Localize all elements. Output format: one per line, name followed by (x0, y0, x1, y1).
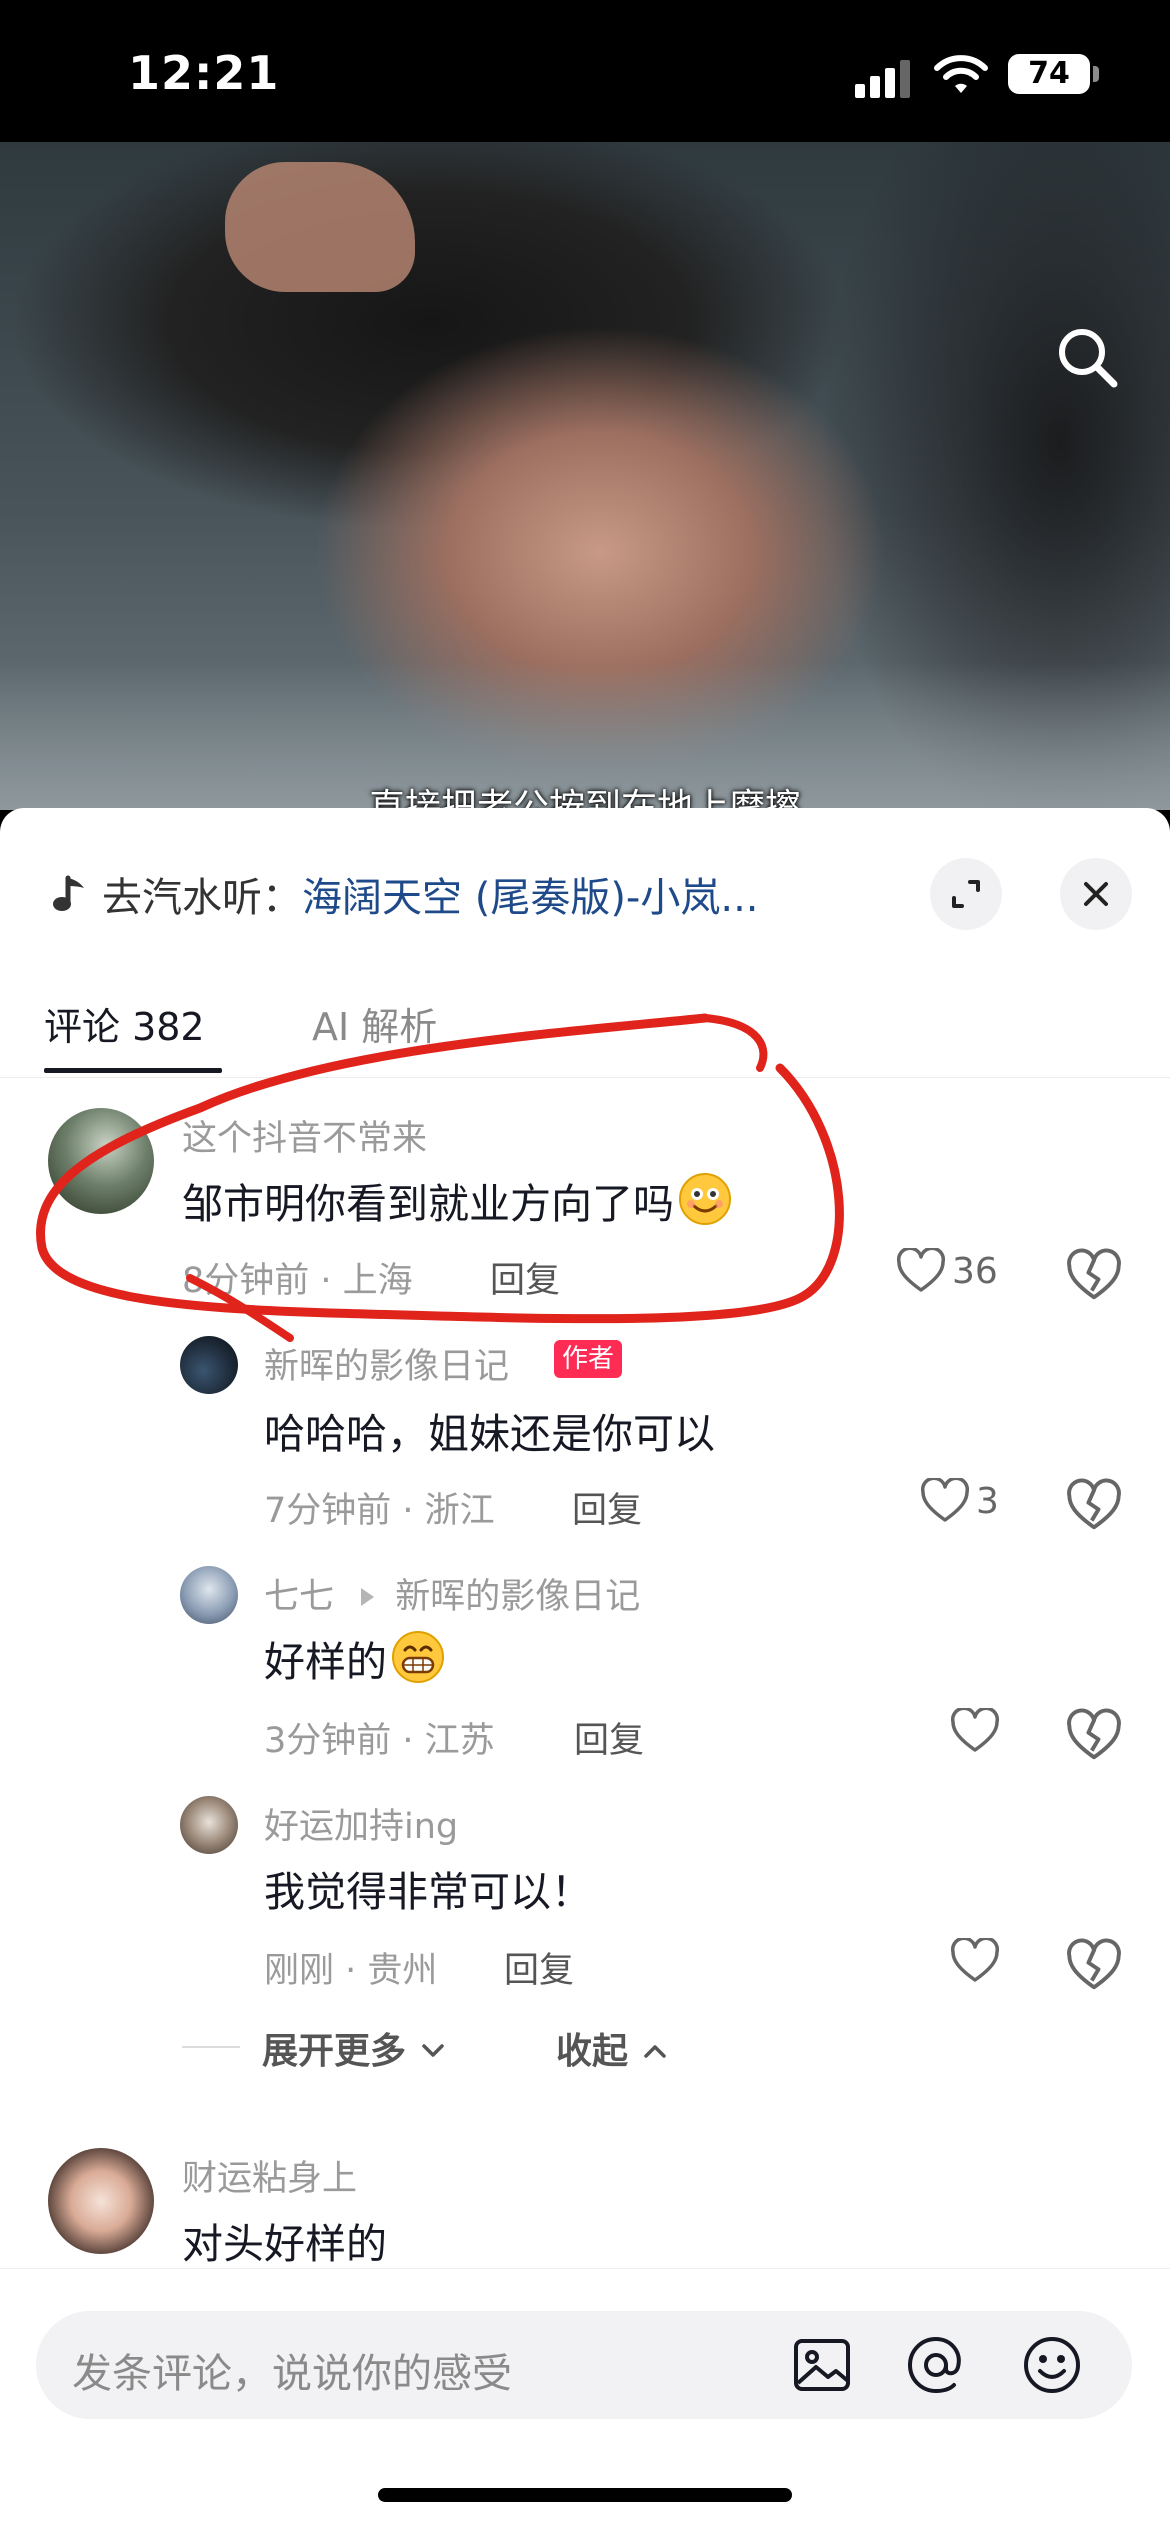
avatar[interactable] (48, 2148, 154, 2254)
comment-username[interactable]: 这个抖音不常来 (182, 1110, 427, 1161)
expand-button[interactable] (930, 858, 1002, 930)
music-prefix: 去汽水听： (102, 875, 302, 921)
tab-underline (44, 1068, 222, 1073)
smiley-emoji-icon (679, 1173, 731, 1225)
broken-heart-icon[interactable] (1066, 1248, 1122, 1304)
comment-text: 邹市明你看到就业方向了吗 (182, 1170, 732, 1230)
author-badge: 作者 (554, 1340, 623, 1378)
broken-heart-icon[interactable] (1066, 1938, 1122, 1994)
music-link[interactable]: 去汽水听： 海阔天空 (尾奏版)-小岚... (52, 864, 852, 924)
broken-heart-icon[interactable] (1066, 1478, 1122, 1534)
reply-button[interactable]: 回复 (574, 1712, 644, 1763)
like-count: 36 (952, 1250, 998, 1292)
reply-button[interactable]: 回复 (490, 1252, 560, 1303)
image-icon[interactable] (790, 2333, 854, 2397)
expand-icon (952, 880, 980, 908)
collapse-button[interactable]: 收起 (556, 2022, 669, 2074)
comment-text-content: 邹市明你看到就业方向了吗 (182, 1180, 674, 1228)
comment-input-placeholder: 发条评论，说说你的感受 (72, 2351, 512, 2397)
battery-indicator: 74 (1008, 54, 1090, 94)
search-icon[interactable] (1052, 322, 1122, 392)
home-indicator (378, 2488, 792, 2502)
video-frame-detail (225, 162, 415, 292)
tab-bar: 评论 382 AI 解析 (0, 968, 1170, 1078)
avatar[interactable] (48, 1108, 154, 1214)
comment-text-content: 好样的 (264, 1638, 387, 1686)
avatar[interactable] (180, 1796, 238, 1854)
wifi-icon (934, 55, 988, 93)
like-count: 3 (976, 1480, 999, 1522)
comment-meta: 3分钟前 · 江苏 (264, 1721, 495, 1761)
like-button[interactable]: 3 (920, 1478, 999, 1524)
comment-input[interactable]: 发条评论，说说你的感受 (36, 2311, 1132, 2419)
comment-text: 我觉得非常可以！ (264, 1868, 592, 1916)
mention-icon[interactable] (904, 2333, 968, 2397)
close-icon (1084, 882, 1108, 906)
comment-username[interactable]: 财运粘身上 (182, 2150, 357, 2201)
heart-icon (950, 1708, 1000, 1752)
reply-button[interactable]: 回复 (504, 1942, 574, 1993)
comment-meta: 7分钟前 · 浙江 (264, 1491, 495, 1531)
tab-ai-analysis[interactable]: AI 解析 (312, 996, 437, 1051)
heart-icon (896, 1248, 946, 1292)
divider (182, 2046, 240, 2048)
chevron-down-icon (421, 2044, 444, 2057)
tab-comments[interactable]: 评论 382 (44, 996, 205, 1051)
grin-emoji-icon (392, 1631, 444, 1683)
video-player[interactable]: 直接把老公按到在地上摩擦 (0, 142, 1170, 810)
comment-text: 哈哈哈，姐妹还是你可以 (264, 1410, 715, 1458)
battery-tip (1093, 66, 1099, 82)
comment-username: 七七 新晖的影像日记 (264, 1568, 640, 1619)
signal-icon (855, 58, 913, 98)
avatar[interactable] (180, 1336, 238, 1394)
comment-meta: 8分钟前 · 上海 (182, 1261, 413, 1301)
status-time: 12:21 (128, 46, 280, 100)
expand-more-label: 展开更多 (262, 2031, 407, 2072)
avatar[interactable] (180, 1566, 238, 1624)
emoji-icon[interactable] (1020, 2333, 1084, 2397)
like-button[interactable] (950, 1708, 1000, 1754)
music-note-icon (53, 875, 84, 911)
comment-text: 对头好样的 (182, 2220, 387, 2268)
reply-author[interactable]: 七七 (264, 1577, 334, 1617)
reply-target[interactable]: 新晖的影像日记 (395, 1577, 640, 1617)
comment-meta: 刚刚 · 贵州 (264, 1951, 438, 1991)
status-bar: 12:21 74 (0, 0, 1170, 142)
close-button[interactable] (1060, 858, 1132, 930)
reply-button[interactable]: 回复 (572, 1482, 642, 1533)
heart-icon (950, 1938, 1000, 1982)
like-button[interactable] (950, 1938, 1000, 1984)
reply-arrow-icon (361, 1588, 375, 1606)
music-title[interactable]: 海阔天空 (尾奏版)-小岚... (302, 865, 759, 923)
expand-more-button[interactable]: 展开更多 (262, 2022, 447, 2074)
comment-username[interactable]: 好运加持ing (264, 1798, 458, 1849)
comment-text: 好样的 (264, 1628, 445, 1688)
like-button[interactable]: 36 (896, 1248, 998, 1294)
broken-heart-icon[interactable] (1066, 1708, 1122, 1764)
video-subtitle: 直接把老公按到在地上摩擦 (368, 787, 801, 810)
comment-username[interactable]: 新晖的影像日记 (264, 1338, 509, 1389)
heart-icon (920, 1478, 970, 1522)
chevron-up-icon (643, 2045, 666, 2058)
collapse-label: 收起 (556, 2031, 629, 2072)
comment-sheet: 去汽水听： 海阔天空 (尾奏版)-小岚... 评论 382 AI 解析 这个抖音… (0, 808, 1170, 2532)
